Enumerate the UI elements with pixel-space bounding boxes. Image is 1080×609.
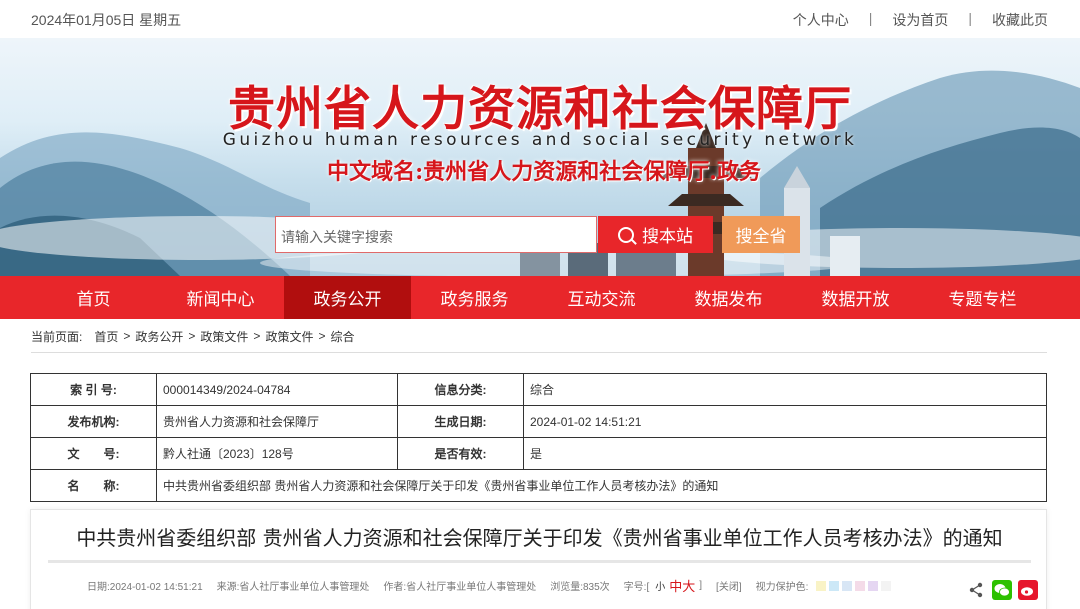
nav-interaction[interactable]: 互动交流 xyxy=(538,276,665,319)
breadcrumb-policy-docs-sub[interactable]: 政策文件 xyxy=(265,328,313,345)
separator: | xyxy=(968,10,972,26)
doc-name-value: 中共贵州省委组织部 贵州省人力资源和社会保障厅关于印发《贵州省事业单位工作人员考… xyxy=(156,469,1047,502)
nav-home[interactable]: 首页 xyxy=(30,276,157,319)
bookmark-page-link[interactable]: 收藏此页 xyxy=(992,10,1048,30)
site-title: 贵州省人力资源和社会保障厅 xyxy=(228,82,852,137)
separator: | xyxy=(868,10,873,26)
article-views: 浏览量:835次 xyxy=(550,582,610,593)
vision-color-swatch[interactable] xyxy=(842,580,853,591)
header-banner: 贵州省人力资源和社会保障厅 Guizhou human resources an… xyxy=(0,38,1080,276)
table-row: 索 引 号: 000014349/2024-04784 信息分类: 综合 xyxy=(30,373,1047,406)
font-size-label: 字号:[ xyxy=(623,582,650,593)
breadcrumb-separator: > xyxy=(318,329,326,343)
personal-center-link[interactable]: 个人中心 xyxy=(793,10,849,30)
table-row: 名 称: 中共贵州省委组织部 贵州省人力资源和社会保障厅关于印发《贵州省事业单位… xyxy=(30,469,1047,502)
search-input[interactable]: 请输入关键字搜索 xyxy=(275,216,597,253)
search-icon xyxy=(618,226,634,243)
wechat-icon[interactable] xyxy=(992,580,1012,600)
share-bar xyxy=(966,580,1038,600)
validity-label: 是否有效: xyxy=(397,437,524,470)
vision-protect-label: 视力保护色: xyxy=(755,582,809,593)
doc-number-value: 黔人社通〔2023〕128号 xyxy=(156,437,398,470)
nav-data-release[interactable]: 数据发布 xyxy=(665,276,792,319)
nav-government-affairs[interactable]: 政务公开 xyxy=(284,276,411,319)
category-label: 信息分类: xyxy=(397,373,524,406)
breadcrumb-separator: > xyxy=(188,329,196,343)
vision-color-swatch[interactable] xyxy=(855,580,866,591)
nav-special-topics[interactable]: 专题专栏 xyxy=(919,276,1046,319)
set-homepage-link[interactable]: 设为首页 xyxy=(892,10,948,30)
close-link[interactable]: [关闭] xyxy=(716,578,742,593)
document-meta-table: 索 引 号: 000014349/2024-04784 信息分类: 综合 发布机… xyxy=(30,373,1047,502)
vision-color-swatch[interactable] xyxy=(829,580,840,591)
chinese-domain-name: 中文域名:贵州省人力资源和社会保障厅.政务 xyxy=(327,159,761,185)
font-size-small[interactable]: 小 xyxy=(655,578,665,593)
nav-data-open[interactable]: 数据开放 xyxy=(792,276,919,319)
main-nav: 首页 新闻中心 政务公开 政务服务 互动交流 数据发布 数据开放 专题专栏 xyxy=(0,276,1080,319)
breadcrumb-separator: > xyxy=(123,329,131,343)
font-size-medium[interactable]: 中 xyxy=(669,576,682,595)
breadcrumb: 当前页面: 首页 > 政务公开 > 政策文件 > 政策文件 > 综合 xyxy=(31,320,1047,353)
font-size-end: ] xyxy=(699,580,703,591)
article-title: 中共贵州省委组织部 贵州省人力资源和社会保障厅关于印发《贵州省事业单位工作人员考… xyxy=(76,526,1003,550)
publisher-value: 贵州省人力资源和社会保障厅 xyxy=(156,405,398,438)
index-label: 索 引 号: xyxy=(30,373,157,406)
nav-government-services[interactable]: 政务服务 xyxy=(411,276,538,319)
breadcrumb-separator: > xyxy=(253,329,261,343)
article-author: 作者:省人社厅事业单位人事管理处 xyxy=(383,582,537,593)
top-utility-bar: 2024年01月05日 星期五 个人中心 | 设为首页 | 收藏此页 xyxy=(0,0,1080,38)
doc-name-label: 名 称: xyxy=(30,469,157,502)
validity-value: 是 xyxy=(523,437,1047,470)
share-icon[interactable] xyxy=(966,580,986,600)
search-site-button[interactable]: 搜本站 xyxy=(598,216,713,253)
site-subtitle-en: Guizhou human resources and social secur… xyxy=(222,130,858,150)
breadcrumb-general[interactable]: 综合 xyxy=(330,328,354,345)
breadcrumb-home[interactable]: 首页 xyxy=(94,328,118,345)
publisher-label: 发布机构: xyxy=(30,405,157,438)
current-date: 2024年01月05日 星期五 xyxy=(31,12,182,28)
nav-news-center[interactable]: 新闻中心 xyxy=(157,276,284,319)
generated-date-label: 生成日期: xyxy=(397,405,524,438)
article-date: 日期:2024-01-02 14:51:21 xyxy=(87,582,203,593)
title-divider xyxy=(48,560,1031,563)
font-size-large[interactable]: 大 xyxy=(682,576,695,595)
table-row: 发布机构: 贵州省人力资源和社会保障厅 生成日期: 2024-01-02 14:… xyxy=(30,405,1047,438)
vision-color-swatch[interactable] xyxy=(868,580,879,591)
breadcrumb-policy-docs[interactable]: 政策文件 xyxy=(200,328,248,345)
article-header: 中共贵州省委组织部 贵州省人力资源和社会保障厅关于印发《贵州省事业单位工作人员考… xyxy=(30,509,1047,609)
article-source: 来源:省人社厅事业单位人事管理处 xyxy=(216,582,370,593)
utility-links: 个人中心 | 设为首页 | 收藏此页 xyxy=(793,10,1048,30)
breadcrumb-label: 当前页面: xyxy=(31,329,83,344)
breadcrumb-government-affairs[interactable]: 政务公开 xyxy=(135,328,183,345)
vision-color-swatch[interactable] xyxy=(816,580,827,591)
search-province-button[interactable]: 搜全省 xyxy=(722,216,800,253)
doc-number-label: 文 号: xyxy=(30,437,157,470)
vision-color-swatch[interactable] xyxy=(881,580,892,591)
generated-date-value: 2024-01-02 14:51:21 xyxy=(523,405,1047,438)
search-site-label: 搜本站 xyxy=(642,227,693,246)
category-value: 综合 xyxy=(523,373,1047,406)
table-row: 文 号: 黔人社通〔2023〕128号 是否有效: 是 xyxy=(30,437,1047,470)
weibo-icon[interactable] xyxy=(1018,580,1038,600)
index-value: 000014349/2024-04784 xyxy=(156,373,398,406)
article-info-bar: 日期:2024-01-02 14:51:21 来源:省人社厅事业单位人事管理处 … xyxy=(87,576,894,595)
